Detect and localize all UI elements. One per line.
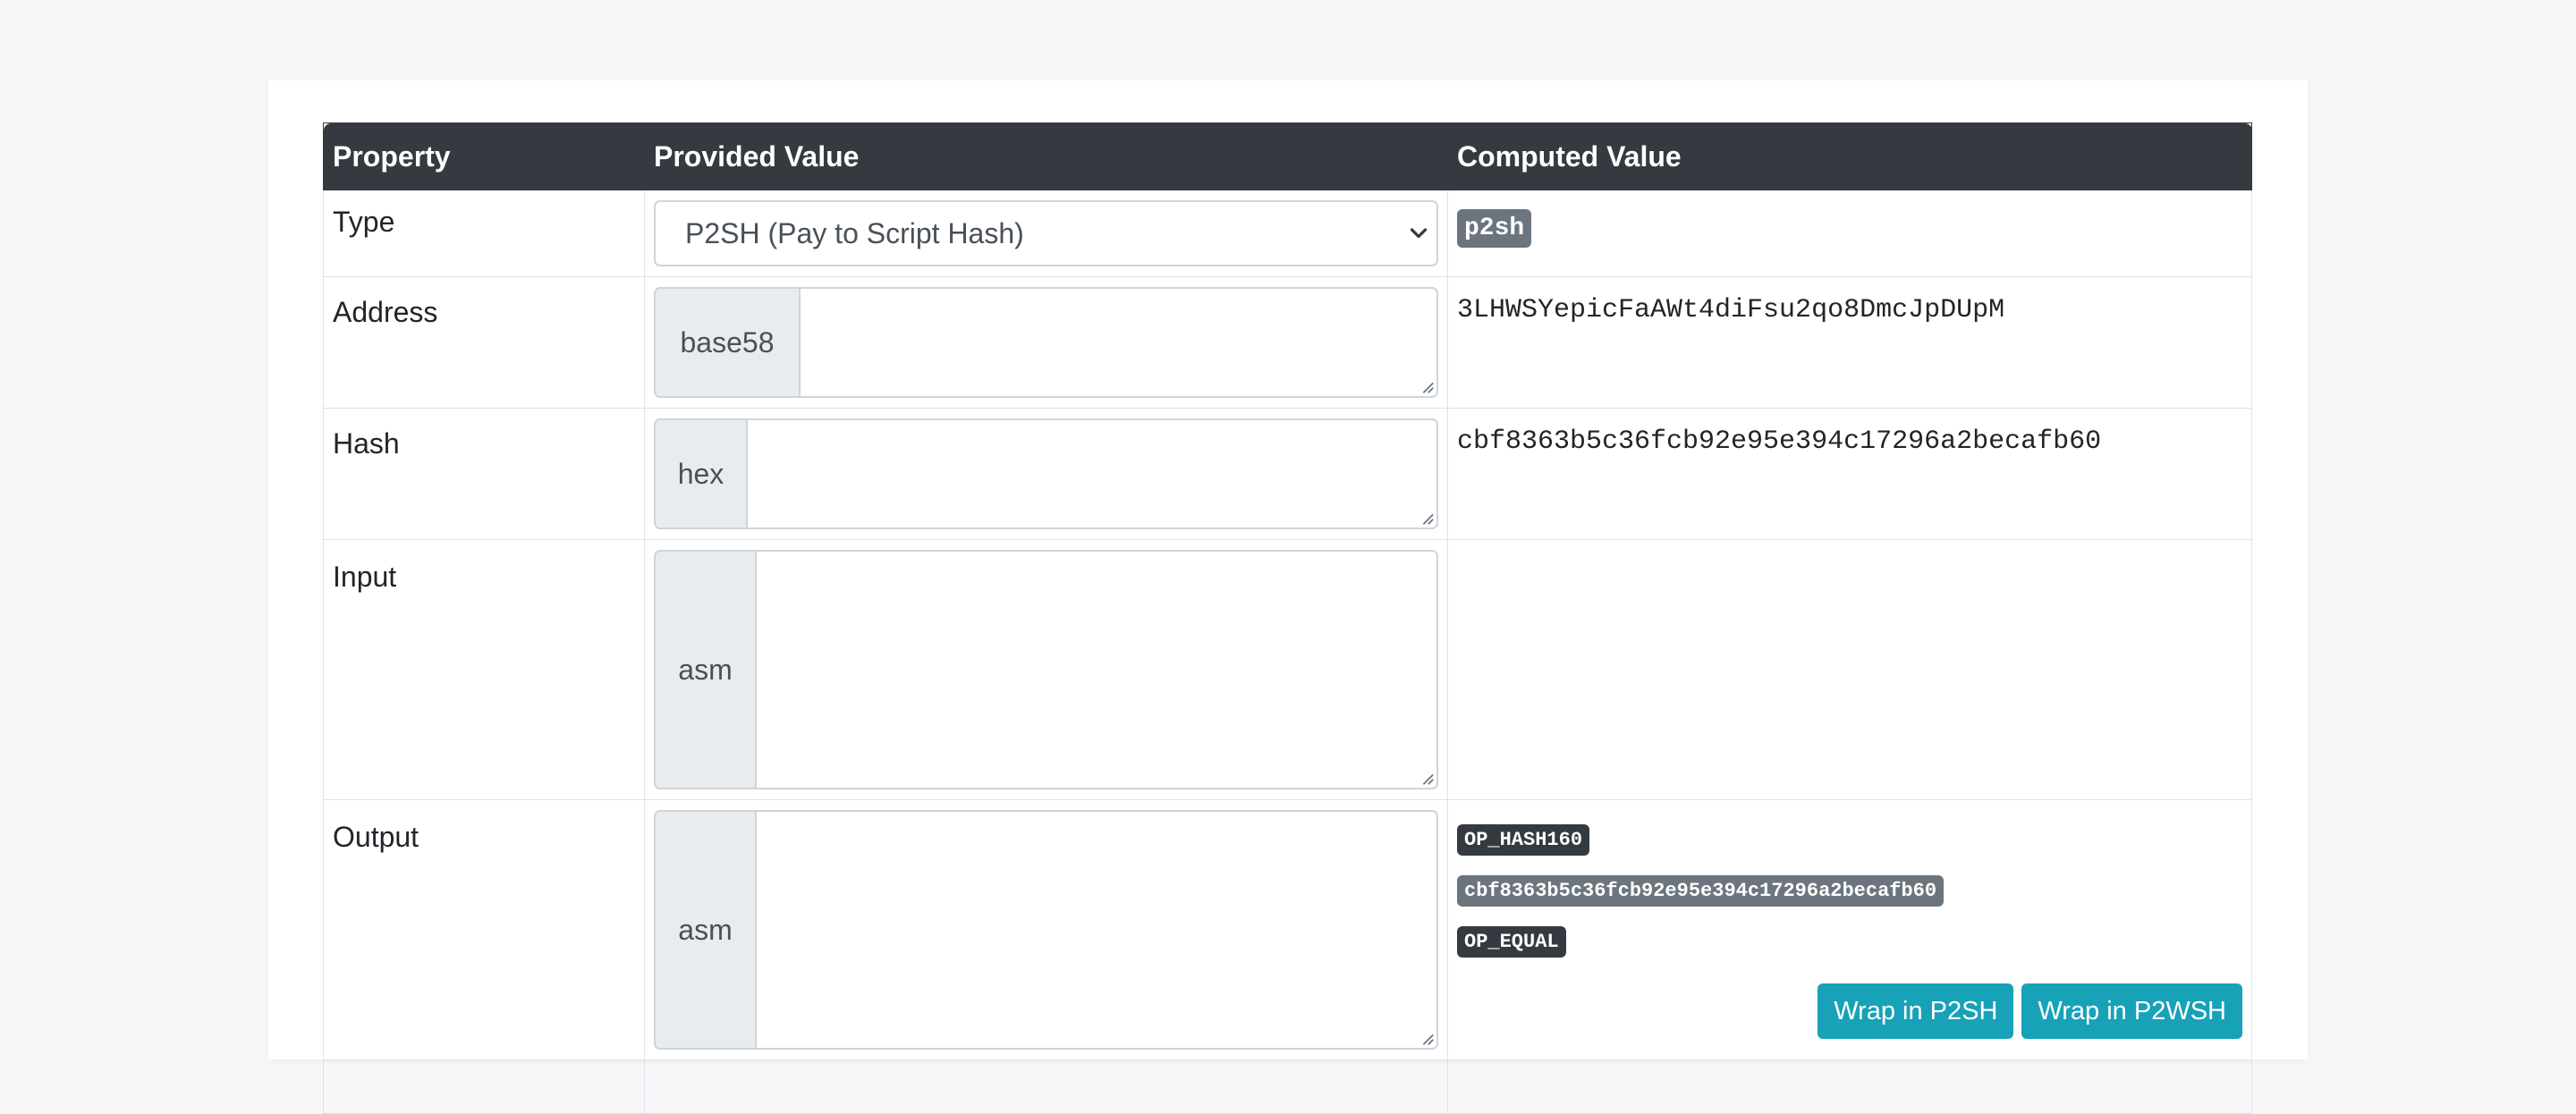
chevron-down-icon (1410, 228, 1428, 239)
op-equal-badge: OP_EQUAL (1457, 926, 1566, 958)
address-addon: base58 (656, 289, 801, 396)
wrap-buttons: Wrap in P2SH Wrap in P2WSH (1457, 983, 2242, 1039)
type-badge: p2sh (1457, 209, 1532, 248)
output-addon: asm (656, 812, 757, 1048)
wrap-p2sh-button[interactable]: Wrap in P2SH (1818, 983, 2014, 1039)
row-label-type: Type (333, 206, 395, 238)
header-provided-value: Provided Value (644, 122, 1448, 190)
row-label-hash: Hash (333, 427, 400, 460)
address-input-group: base58 (654, 287, 1438, 398)
input-textarea[interactable] (757, 552, 1436, 788)
header-property: Property (323, 122, 645, 190)
op-hash160-badge: OP_HASH160 (1457, 824, 1590, 856)
hash-textarea[interactable] (748, 420, 1436, 527)
header-computed-value: Computed Value (1447, 122, 2252, 190)
table-header-row: Property Provided Value Computed Value (323, 122, 2252, 190)
hash-addon: hex (656, 420, 748, 527)
table-row-address: Address base58 3LHWSYepicFaAWt4diFsu2qo8… (323, 276, 2252, 409)
table-row-output: Output asm OP_HASH160 cbf8363b5c36fcb92e… (323, 799, 2252, 1060)
table-row-input: Input asm (323, 539, 2252, 800)
table-row-type: Type P2SH (Pay to Script Hash) p2sh (323, 190, 2252, 277)
resize-handle-icon[interactable] (1419, 1030, 1435, 1046)
row-label-input: Input (333, 561, 397, 593)
output-input-group: asm (654, 810, 1438, 1050)
wrap-p2wsh-button[interactable]: Wrap in P2WSH (2021, 983, 2242, 1039)
output-textarea[interactable] (757, 812, 1436, 1048)
type-select[interactable]: P2SH (Pay to Script Hash) (654, 200, 1438, 266)
address-textarea[interactable] (801, 289, 1436, 396)
properties-table: Property Provided Value Computed Value T… (323, 122, 2252, 1114)
type-select-value: P2SH (Pay to Script Hash) (685, 216, 1024, 249)
resize-handle-icon[interactable] (1419, 770, 1435, 786)
resize-handle-icon[interactable] (1419, 510, 1435, 526)
hash-input-group: hex (654, 418, 1438, 529)
main-card: Property Provided Value Computed Value T… (268, 80, 2308, 1114)
table-row-hash: Hash hex cbf8363b5c36fcb92e95e394c17296a… (323, 408, 2252, 540)
input-input-group: asm (654, 550, 1438, 789)
input-addon: asm (656, 552, 757, 788)
resize-handle-icon[interactable] (1419, 378, 1435, 394)
hash-computed: cbf8363b5c36fcb92e95e394c17296a2becafb60 (1457, 426, 2102, 457)
row-label-address: Address (333, 296, 438, 328)
address-computed: 3LHWSYepicFaAWt4diFsu2qo8DmcJpDUpM (1457, 295, 2005, 325)
row-label-output: Output (333, 821, 419, 853)
table-row-next (323, 1059, 2252, 1114)
op-hash-data-badge: cbf8363b5c36fcb92e95e394c17296a2becafb60 (1457, 875, 1945, 907)
